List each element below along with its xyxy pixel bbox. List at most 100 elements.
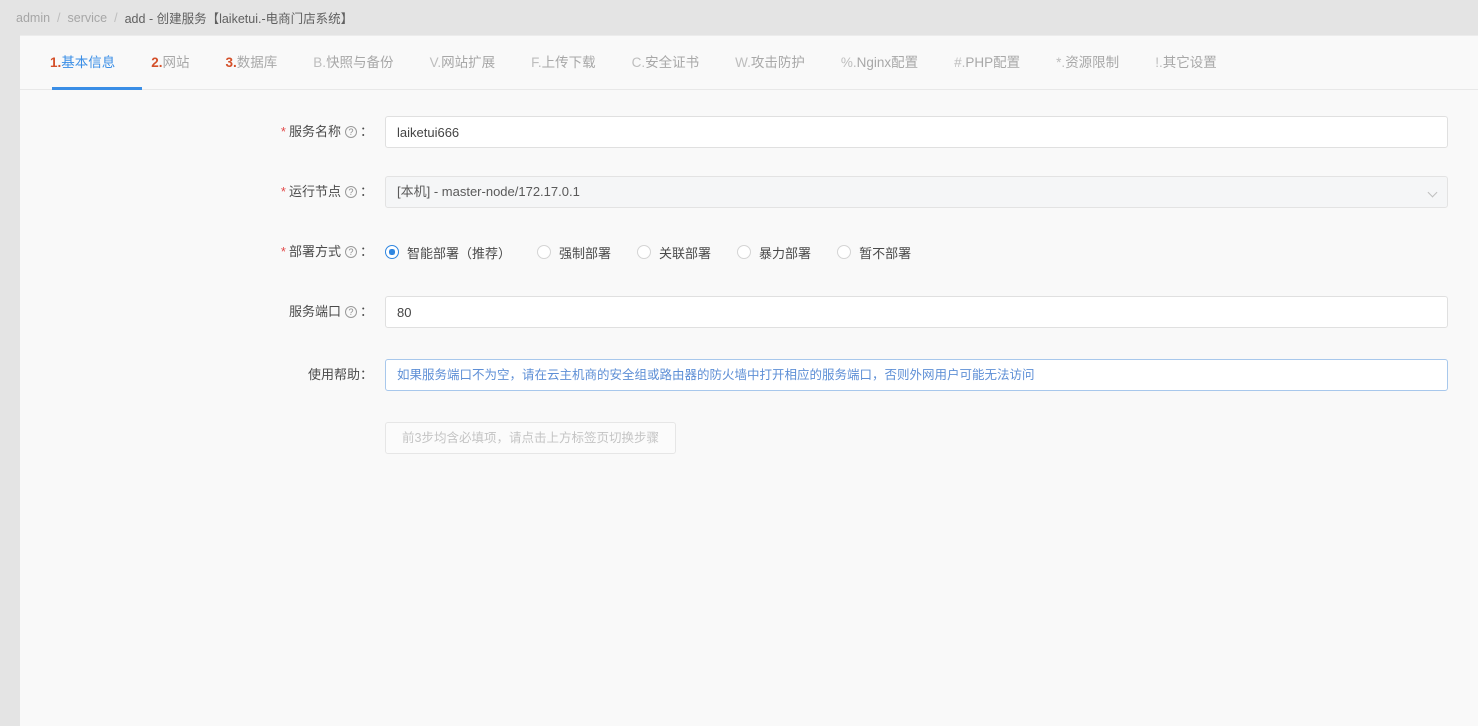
tab-upload-download-prefix: F. bbox=[531, 55, 542, 70]
label-usage-help-text: 使用帮助 bbox=[307, 367, 360, 382]
label-run-node: * 运行节点?： bbox=[20, 176, 385, 208]
label-colon-service-port: ： bbox=[359, 304, 373, 319]
service-name-input[interactable] bbox=[385, 116, 1448, 148]
tab-upload-download-label: 上传下载 bbox=[541, 55, 596, 70]
form-row-run-node: * 运行节点?： [本机] - master-node/172.17.0.1 bbox=[20, 176, 1478, 208]
field-service-port bbox=[385, 296, 1478, 328]
radio-deploy-violent[interactable]: 暴力部署 bbox=[737, 243, 811, 262]
field-submit: 前3步均含必填项，请点击上方标签页切换步骤 bbox=[385, 422, 1478, 454]
chevron-down-icon bbox=[1427, 187, 1438, 198]
submit-button[interactable]: 前3步均含必填项，请点击上方标签页切换步骤 bbox=[385, 422, 676, 454]
tab-attack-protection-label: 攻击防护 bbox=[750, 55, 805, 70]
tab-basic-info-prefix: 1. bbox=[50, 55, 62, 70]
tab-php-config-label: PHP配置 bbox=[965, 55, 1021, 70]
label-usage-help: 使用帮助： bbox=[20, 359, 385, 391]
breadcrumb: admin / service / add - 创建服务【laiketui.-电… bbox=[0, 0, 1478, 35]
label-deploy-mode-text: 部署方式 bbox=[288, 244, 341, 259]
form-row-usage-help: 使用帮助： 如果服务端口不为空，请在云主机商的安全组或路由器的防火墙中打开相应的… bbox=[20, 359, 1478, 391]
required-marker-deploy-mode: * bbox=[280, 244, 286, 259]
usage-help-text: 如果服务端口不为空，请在云主机商的安全组或路由器的防火墙中打开相应的服务端口，否… bbox=[385, 359, 1448, 391]
label-colon-run-node: ： bbox=[359, 184, 373, 199]
content-card: 1.基本信息 2.网站 3.数据库 B.快照与备份 V.网站扩展 F.上传下载 … bbox=[20, 35, 1478, 726]
run-node-selected-value: [本机] - master-node/172.17.0.1 bbox=[397, 184, 580, 199]
active-tab-indicator bbox=[52, 87, 142, 90]
tab-snapshot-backup-prefix: B. bbox=[313, 55, 327, 70]
tab-attack-protection-prefix: W. bbox=[735, 55, 751, 70]
tab-php-config[interactable]: #.PHP配置 bbox=[936, 36, 1038, 89]
breadcrumb-separator-2: / bbox=[114, 10, 118, 25]
required-marker-service-name: * bbox=[280, 124, 286, 139]
field-run-node: [本机] - master-node/172.17.0.1 bbox=[385, 176, 1478, 208]
label-colon-service-name: ： bbox=[359, 124, 373, 139]
radio-deploy-smart[interactable]: 智能部署（推荐） bbox=[385, 243, 511, 262]
tab-nginx-config-prefix: %. bbox=[840, 55, 857, 70]
tab-website-label: 网站 bbox=[162, 55, 190, 70]
label-colon-usage-help: ： bbox=[359, 367, 373, 382]
radio-mark-none bbox=[837, 245, 852, 259]
deploy-mode-radio-group: 智能部署（推荐） 强制部署 关联部署 暴力部署 暂不部署 bbox=[385, 236, 1448, 268]
help-icon-service-name[interactable]: ? bbox=[344, 126, 357, 138]
radio-deploy-force[interactable]: 强制部署 bbox=[537, 243, 611, 262]
label-service-name: * 服务名称?： bbox=[20, 116, 385, 148]
tab-security-certificate[interactable]: C.安全证书 bbox=[614, 36, 718, 89]
tab-attack-protection[interactable]: W.攻击防护 bbox=[717, 36, 823, 89]
tab-nginx-config[interactable]: %.Nginx配置 bbox=[823, 36, 936, 89]
help-icon-run-node[interactable]: ? bbox=[344, 186, 357, 198]
radio-label-none: 暂不部署 bbox=[859, 245, 912, 261]
radio-label-violent: 暴力部署 bbox=[759, 245, 812, 261]
label-deploy-mode: * 部署方式?： bbox=[20, 236, 385, 268]
tab-snapshot-backup[interactable]: B.快照与备份 bbox=[295, 36, 411, 89]
tab-database[interactable]: 3.数据库 bbox=[208, 36, 296, 89]
radio-label-smart: 智能部署（推荐） bbox=[407, 245, 512, 261]
tab-security-certificate-label: 安全证书 bbox=[645, 55, 700, 70]
tab-website-prefix: 2. bbox=[151, 55, 163, 70]
form-row-service-port: 服务端口?： bbox=[20, 296, 1478, 328]
label-run-node-text: 运行节点 bbox=[288, 184, 341, 199]
breadcrumb-item-admin[interactable]: admin bbox=[16, 11, 50, 25]
breadcrumb-separator-1: / bbox=[57, 10, 61, 25]
tab-resource-limit-label: 资源限制 bbox=[1065, 55, 1120, 70]
tab-database-prefix: 3. bbox=[225, 55, 237, 70]
radio-label-associated: 关联部署 bbox=[659, 245, 712, 261]
required-marker-run-node: * bbox=[280, 184, 286, 199]
breadcrumb-item-current: add - 创建服务【laiketui.-电商门店系统】 bbox=[124, 12, 354, 26]
radio-mark-smart bbox=[385, 245, 399, 259]
tab-other-settings[interactable]: !.其它设置 bbox=[1137, 36, 1235, 89]
tab-upload-download[interactable]: F.上传下载 bbox=[513, 36, 614, 89]
breadcrumb-item-service[interactable]: service bbox=[68, 11, 108, 25]
tab-database-label: 数据库 bbox=[236, 55, 278, 70]
tab-resource-limit[interactable]: *.资源限制 bbox=[1038, 36, 1137, 89]
tab-website[interactable]: 2.网站 bbox=[133, 36, 207, 89]
tab-snapshot-backup-label: 快照与备份 bbox=[326, 55, 394, 70]
service-create-form: *服务名称?： *运行节点?： [本机] - master-node/172.1… bbox=[20, 90, 1478, 454]
tab-security-certificate-prefix: C. bbox=[631, 55, 646, 70]
tab-other-settings-label: 其它设置 bbox=[1162, 55, 1217, 70]
field-service-name bbox=[385, 116, 1478, 148]
form-row-submit: 前3步均含必填项，请点击上方标签页切换步骤 bbox=[20, 422, 1478, 454]
tab-basic-info-label: 基本信息 bbox=[61, 55, 116, 70]
label-service-port: 服务端口?： bbox=[20, 296, 385, 328]
tab-website-extension-prefix: V. bbox=[429, 55, 442, 70]
run-node-select[interactable]: [本机] - master-node/172.17.0.1 bbox=[385, 176, 1448, 208]
tab-other-settings-prefix: !. bbox=[1155, 55, 1163, 70]
help-icon-service-port[interactable]: ? bbox=[344, 306, 357, 318]
tab-basic-info[interactable]: 1.基本信息 bbox=[32, 36, 133, 89]
field-deploy-mode: 智能部署（推荐） 强制部署 关联部署 暴力部署 暂不部署 bbox=[385, 236, 1478, 268]
form-row-service-name: * 服务名称?： bbox=[20, 116, 1478, 148]
radio-deploy-none[interactable]: 暂不部署 bbox=[837, 243, 911, 262]
form-row-deploy-mode: * 部署方式?： 智能部署（推荐） 强制部署 关联部署 暴力部署 暂不部署 bbox=[20, 236, 1478, 268]
label-service-name-text: 服务名称 bbox=[288, 124, 341, 139]
tab-website-extension[interactable]: V.网站扩展 bbox=[412, 36, 514, 89]
tab-resource-limit-prefix: *. bbox=[1056, 55, 1066, 70]
tab-nginx-config-label: Nginx配置 bbox=[856, 55, 919, 70]
radio-mark-force bbox=[537, 245, 552, 259]
tab-bar: 1.基本信息 2.网站 3.数据库 B.快照与备份 V.网站扩展 F.上传下载 … bbox=[20, 36, 1478, 90]
radio-deploy-associated[interactable]: 关联部署 bbox=[637, 243, 711, 262]
service-port-input[interactable] bbox=[385, 296, 1448, 328]
label-service-port-text: 服务端口 bbox=[288, 304, 341, 319]
tab-php-config-prefix: #. bbox=[954, 55, 966, 70]
help-icon-deploy-mode[interactable]: ? bbox=[344, 246, 357, 258]
radio-mark-associated bbox=[637, 245, 652, 259]
field-usage-help: 如果服务端口不为空，请在云主机商的安全组或路由器的防火墙中打开相应的服务端口，否… bbox=[385, 359, 1478, 391]
tab-website-extension-label: 网站扩展 bbox=[441, 55, 496, 70]
